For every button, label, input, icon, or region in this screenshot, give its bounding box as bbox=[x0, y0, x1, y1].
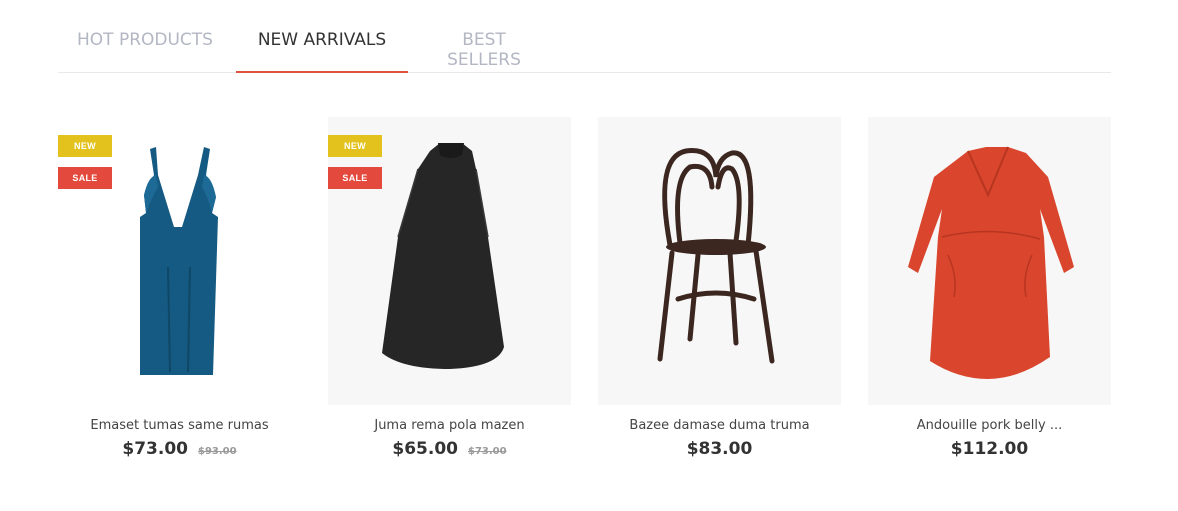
new-badge: NEW bbox=[328, 135, 382, 157]
new-badge: NEW bbox=[58, 135, 112, 157]
product-card[interactable]: Andouille pork belly ... $112.00 bbox=[868, 117, 1111, 477]
product-price: $73.00 bbox=[122, 439, 188, 459]
product-price: $112.00 bbox=[950, 439, 1029, 459]
price-row: $112.00 bbox=[868, 439, 1111, 459]
product-name[interactable]: Andouille pork belly ... bbox=[868, 418, 1111, 433]
product-tabs: HOT PRODUCTS NEW ARRIVALS BEST SELLERS bbox=[58, 0, 1111, 73]
price-row: $73.00 $93.00 bbox=[58, 439, 301, 459]
product-image-black-dress[interactable]: NEW SALE bbox=[328, 117, 571, 405]
tab-hot-products[interactable]: HOT PRODUCTS bbox=[74, 30, 216, 72]
sale-badge: SALE bbox=[58, 167, 112, 189]
price-row: $65.00 $73.00 bbox=[328, 439, 571, 459]
sale-badge: SALE bbox=[328, 167, 382, 189]
product-image-wooden-chair[interactable] bbox=[598, 117, 841, 405]
old-price: $93.00 bbox=[198, 446, 237, 457]
product-name[interactable]: Bazee damase duma truma bbox=[598, 418, 841, 433]
product-card[interactable]: Bazee damase duma truma $83.00 bbox=[598, 117, 841, 477]
price-row: $83.00 bbox=[598, 439, 841, 459]
product-price: $83.00 bbox=[686, 439, 753, 459]
old-price: $73.00 bbox=[468, 446, 507, 457]
tab-new-arrivals[interactable]: NEW ARRIVALS bbox=[236, 30, 408, 73]
product-name[interactable]: Juma rema pola mazen bbox=[328, 418, 571, 433]
product-card[interactable]: NEW SALE Juma rema pola mazen $65.00 $73.… bbox=[328, 117, 571, 477]
product-card[interactable]: NEW SALE Emaset tumas same rumas $73.00 $… bbox=[58, 117, 301, 477]
product-price: $65.00 bbox=[392, 439, 458, 459]
product-image-blue-dress[interactable]: NEW SALE bbox=[58, 117, 301, 405]
product-name[interactable]: Emaset tumas same rumas bbox=[58, 418, 301, 433]
product-image-red-dress[interactable] bbox=[868, 117, 1111, 405]
tab-best-sellers[interactable]: BEST SELLERS bbox=[424, 30, 544, 72]
